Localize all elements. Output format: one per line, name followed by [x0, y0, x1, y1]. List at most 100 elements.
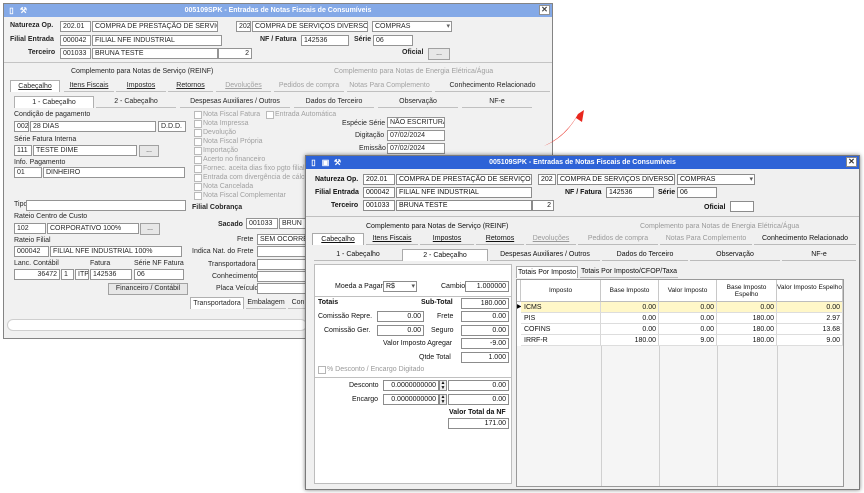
desconto-pct-field[interactable]: 0.0000000000	[383, 380, 439, 391]
table-cell[interactable]: 2.97	[777, 313, 843, 324]
comp-energia-link[interactable]: Complemento para Notas de Energia Elétri…	[640, 222, 799, 232]
subtab-observacao[interactable]: Observação	[690, 249, 780, 261]
header-base-imposto[interactable]: Base Imposto	[601, 280, 659, 302]
terceiro-num[interactable]: 2	[218, 48, 252, 59]
desconto-spinner[interactable]: ▲ ▼	[439, 380, 447, 391]
filial-name[interactable]: FILIAL NFE INDUSTRIAL	[92, 35, 222, 46]
wrench-icon[interactable]: ⚒	[19, 6, 28, 15]
header-valor-espelho[interactable]: Valor Imposto Espelho	[777, 280, 843, 302]
serie-field[interactable]: 06	[373, 35, 413, 46]
indica-frete-field[interactable]	[257, 246, 307, 257]
subtab-nfe[interactable]: NF-e	[782, 249, 856, 261]
check-fornec-dias[interactable]: Fornec. aceita dias fixo pgto filial	[194, 165, 305, 173]
filial-code[interactable]: 000042	[363, 187, 395, 198]
sub-code[interactable]: 202	[538, 174, 556, 185]
tab-impostos[interactable]: Impostos	[116, 80, 166, 92]
emissao-field[interactable]: 07/02/2024	[387, 143, 445, 154]
table-cell[interactable]: 0.00	[777, 302, 843, 313]
info-pag-code[interactable]: 01	[14, 167, 42, 178]
transportadora-field[interactable]	[257, 259, 307, 270]
close-button[interactable]: ✕	[846, 157, 857, 167]
cond-type[interactable]: D.D.D.	[158, 121, 186, 132]
close-button[interactable]: ✕	[539, 5, 550, 15]
sacado-name[interactable]: BRUN	[279, 218, 307, 229]
comissao-ger-field[interactable]: 0.00	[377, 325, 424, 336]
qtde-field[interactable]: 1.000	[461, 352, 509, 363]
rateio-cc-code[interactable]: 102	[14, 223, 46, 234]
frete-field[interactable]: 0.00	[461, 311, 509, 322]
tab-pedidos[interactable]: Pedidos de compra	[578, 233, 658, 245]
tipo-select[interactable]: COMPRAS	[372, 21, 452, 32]
serie-fat-lookup-button[interactable]: ...	[139, 145, 159, 157]
encargo-value-field[interactable]: 0.00	[448, 394, 509, 405]
tipo-select[interactable]: COMPRAS	[677, 174, 755, 185]
terceiro-code[interactable]: 001033	[363, 200, 395, 211]
conhecimento-field[interactable]	[257, 271, 307, 282]
check-nota-fatura[interactable]: Nota Fiscal Fatura	[194, 111, 260, 119]
table-cell[interactable]: ICMS	[521, 302, 601, 313]
serie-nf-value[interactable]: 06	[134, 269, 184, 280]
tab-itens-fiscais[interactable]: Itens Fiscais	[366, 233, 418, 245]
serie-field[interactable]: 06	[677, 187, 717, 198]
lanc-seq[interactable]: 1	[61, 269, 74, 280]
seguro-field[interactable]: 0.00	[461, 325, 509, 336]
check-nota-complementar[interactable]: Nota Fiscal Complementar	[194, 192, 286, 200]
cond-desc[interactable]: 28 DIAS	[30, 121, 156, 132]
terceiro-code[interactable]: 001033	[60, 48, 91, 59]
sub-desc[interactable]: COMPRA DE SERVIÇOS DIVERSOS	[252, 21, 368, 32]
table-cell[interactable]: 0.00	[601, 302, 659, 313]
comp-servico-link[interactable]: Complemento para Notas de Serviço (REINF…	[366, 222, 508, 232]
subtab-1-cabecalho[interactable]: 1 - Cabeçalho	[14, 96, 94, 108]
subtab-despesas[interactable]: Despesas Auxiliares / Outros	[180, 96, 290, 108]
traffic-light-icon[interactable]: ▯	[7, 6, 16, 15]
rateio-filial-desc[interactable]: FILIAL NFE INDUSTRIAL 100%	[50, 246, 182, 257]
table-cell[interactable]: 180.00	[717, 335, 777, 346]
desconto-digitado-checkbox[interactable]: % Desconto / Encargo Digitado	[318, 366, 424, 374]
nf-field[interactable]: 142536	[301, 35, 349, 46]
moeda-select[interactable]: R$	[383, 281, 417, 292]
subtotal-field[interactable]: 180.000	[461, 298, 509, 309]
oficial-button[interactable]: ...	[428, 48, 450, 60]
serie-fat-code[interactable]: 111	[14, 145, 32, 156]
info-pag-desc[interactable]: DINHEIRO	[43, 167, 185, 178]
digitacao-field[interactable]: 07/02/2024	[387, 130, 445, 141]
placa-field[interactable]	[257, 283, 307, 294]
comp-servico-link[interactable]: Complemento para Notas de Serviço (REINF…	[71, 67, 213, 77]
rateio-cc-lookup-button[interactable]: ...	[140, 223, 160, 235]
check-acerto-financeiro[interactable]: Acerto no financeiro	[194, 156, 265, 164]
tab-totais-cfop-taxa[interactable]: Totais Por Imposto/CFOP/Taxa	[580, 266, 678, 278]
financeiro-contabil-button[interactable]: Financeiro / Contábil	[108, 283, 188, 295]
header-base-espelho[interactable]: Base Imposto Espelho	[717, 280, 777, 302]
subtab-despesas[interactable]: Despesas Auxiliares / Outros	[490, 249, 600, 261]
table-cell[interactable]: 0.00	[601, 313, 659, 324]
subtab-observacao[interactable]: Observação	[378, 96, 458, 108]
header-imposto[interactable]: Imposto	[521, 280, 601, 302]
natureza-code[interactable]: 202.01	[60, 21, 91, 32]
table-cell[interactable]: 9.00	[777, 335, 843, 346]
tab-retornos[interactable]: Retornos	[168, 80, 213, 92]
table-cell[interactable]: 180.00	[717, 313, 777, 324]
check-nota-propria[interactable]: Nota Fiscal Própria	[194, 138, 263, 146]
header-valor-imposto[interactable]: Valor Imposto	[659, 280, 717, 302]
wrench-icon[interactable]: ⚒	[333, 158, 342, 167]
tab-retornos[interactable]: Retornos	[476, 233, 524, 245]
traffic-light-icon[interactable]: ▯	[309, 158, 318, 167]
tab-notas-complemento[interactable]: Notas Para Complemento	[347, 80, 432, 92]
check-divergencia[interactable]: Entrada com divergência de cálculo	[194, 174, 314, 182]
especie-field[interactable]: NÃO ESCRITURAÇ	[387, 117, 445, 128]
tab-devolucoes[interactable]: Devoluções	[526, 233, 576, 245]
tab-cabecalho[interactable]: Cabeçalho	[312, 233, 364, 245]
tab-embalagem[interactable]: Embalagem	[246, 297, 286, 309]
check-entrada-automatica[interactable]: Entrada Automática	[266, 111, 336, 119]
cond-code[interactable]: 002	[14, 121, 29, 132]
serie-fat-desc[interactable]: TESTE DIME	[33, 145, 137, 156]
check-devolucao[interactable]: Devolução	[194, 129, 236, 137]
table-cell[interactable]: 0.00	[659, 302, 717, 313]
natureza-code[interactable]: 202.01	[363, 174, 395, 185]
natureza-desc[interactable]: COMPRA DE PRESTAÇÃO DE SERVIÇOS	[92, 21, 218, 32]
subtab-2-cabecalho[interactable]: 2 - Cabeçalho	[402, 249, 488, 261]
rateio-cc-desc[interactable]: CORPORATIVO 100%	[47, 223, 139, 234]
table-cell[interactable]: 0.00	[601, 324, 659, 335]
sub-desc[interactable]: COMPRA DE SERVIÇOS DIVERSOS	[557, 174, 675, 185]
encargo-pct-field[interactable]: 0.0000000000	[383, 394, 439, 405]
